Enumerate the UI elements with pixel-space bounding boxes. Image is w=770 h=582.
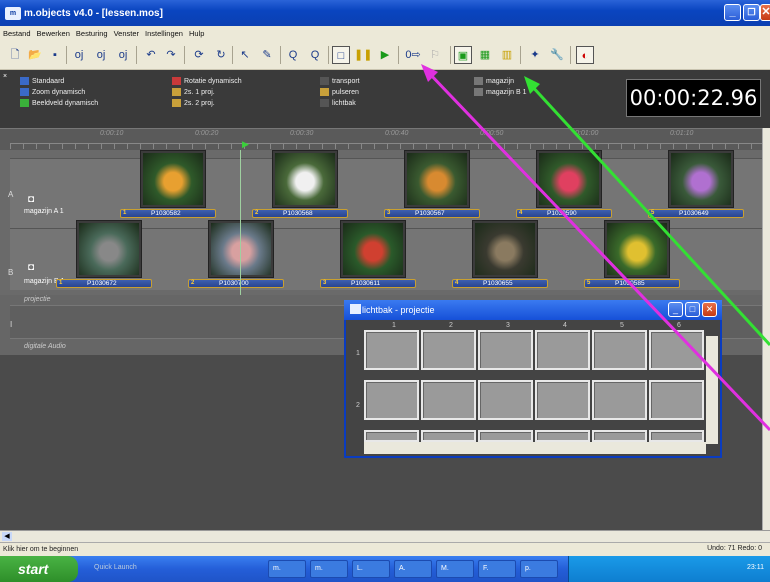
annotation-arrows — [421, 64, 770, 432]
magenta-arrow — [426, 70, 770, 432]
app-window: m m.objects v4.0 - [lessen.mos] _ ❐ ✕ Be… — [0, 0, 770, 582]
